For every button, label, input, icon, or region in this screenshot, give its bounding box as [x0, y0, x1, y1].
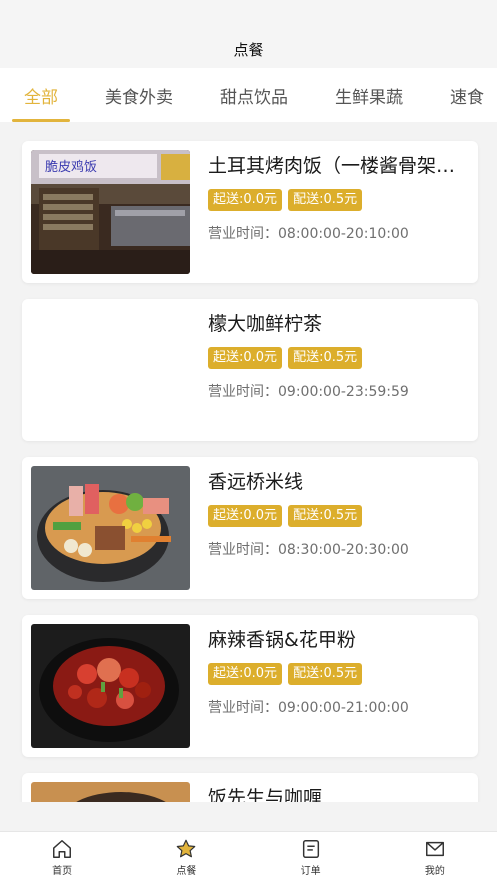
min-order-badge: 起送:0.0元	[208, 663, 283, 685]
star-icon	[177, 839, 196, 858]
home-icon	[53, 840, 72, 858]
min-order-badge: 起送:0.0元	[208, 347, 283, 369]
store-card[interactable]: 饭先生与咖喱	[22, 773, 478, 802]
delivery-fee-badge: 配送:0.5元	[288, 663, 363, 685]
store-name: 麻辣香锅&花甲粉	[208, 629, 356, 651]
tab-fast-food[interactable]: 速食	[450, 68, 484, 122]
page-title: 点餐	[233, 40, 264, 59]
tabbar-home[interactable]: 首页	[0, 832, 124, 883]
tab-label: 美食外卖	[105, 87, 173, 108]
store-thumbnail	[31, 308, 190, 432]
tabbar-label: 我的	[424, 866, 445, 877]
delivery-fee-badge: 配送:0.5元	[288, 505, 363, 527]
delivery-fee-badge: 配送:0.5元	[288, 189, 363, 211]
tab-label: 甜点饮品	[220, 87, 288, 108]
business-hours: 营业时间：08:00:00-20:10:00	[208, 226, 409, 242]
bottom-tab-bar: 首页 点餐 订单 我的	[0, 831, 497, 883]
store-card[interactable]: 麻辣香锅&花甲粉 起送:0.0元 配送:0.5元 营业时间：09:00:00-2…	[22, 615, 478, 757]
nav-bar: 点餐	[0, 30, 497, 68]
profile-icon	[425, 841, 444, 857]
tabbar-label: 首页	[52, 866, 73, 877]
min-order-badge: 起送:0.0元	[208, 505, 283, 527]
tab-all[interactable]: 全部	[12, 68, 70, 122]
tab-label: 速食	[450, 87, 484, 108]
store-thumbnail	[31, 782, 190, 802]
status-bar	[0, 0, 497, 30]
store-card[interactable]: 香远桥米线 起送:0.0元 配送:0.5元 营业时间：08:30:00-20:3…	[22, 457, 478, 599]
tabbar-profile[interactable]: 我的	[373, 832, 497, 883]
store-name: 土耳其烤肉饭（一楼酱骨架旁）	[208, 155, 466, 177]
tab-fresh-produce[interactable]: 生鲜果蔬	[335, 68, 403, 122]
store-thumbnail	[31, 466, 190, 590]
tab-label: 全部	[24, 87, 58, 108]
category-tabs: 全部 美食外卖 甜点饮品 生鲜果蔬 速食	[0, 68, 497, 122]
tab-label: 生鲜果蔬	[335, 87, 403, 108]
min-order-badge: 起送:0.0元	[208, 189, 283, 211]
store-card[interactable]: 檬大咖鲜柠茶 起送:0.0元 配送:0.5元 营业时间：09:00:00-23:…	[22, 299, 478, 441]
business-hours: 营业时间：09:00:00-21:00:00	[208, 700, 409, 716]
store-list[interactable]: 脆皮鸡饭 土耳其烤肉饭（一楼酱骨架旁） 起送:0.0元 配送:0.5元 营业时间…	[0, 138, 497, 802]
active-tab-indicator	[12, 119, 70, 122]
store-card[interactable]: 脆皮鸡饭 土耳其烤肉饭（一楼酱骨架旁） 起送:0.0元 配送:0.5元 营业时间…	[22, 141, 478, 283]
store-thumbnail: 脆皮鸡饭	[31, 150, 190, 274]
delivery-fee-badge: 配送:0.5元	[288, 347, 363, 369]
store-thumbnail	[31, 624, 190, 748]
store-name: 香远桥米线	[208, 471, 304, 493]
store-name: 饭先生与咖喱	[208, 787, 323, 802]
tabbar-orders[interactable]: 订单	[249, 832, 373, 883]
order-icon	[302, 840, 319, 858]
tab-food-delivery[interactable]: 美食外卖	[105, 68, 173, 122]
tabbar-label: 订单	[300, 866, 321, 877]
business-hours: 营业时间：08:30:00-20:30:00	[208, 542, 409, 558]
business-hours: 营业时间：09:00:00-23:59:59	[208, 384, 409, 400]
storefront-sign-text: 脆皮鸡饭	[45, 159, 97, 175]
tabbar-label: 点餐	[176, 866, 197, 877]
tabbar-order-food[interactable]: 点餐	[124, 832, 248, 883]
tab-desserts-drinks[interactable]: 甜点饮品	[220, 68, 288, 122]
store-name: 檬大咖鲜柠茶	[208, 313, 323, 335]
